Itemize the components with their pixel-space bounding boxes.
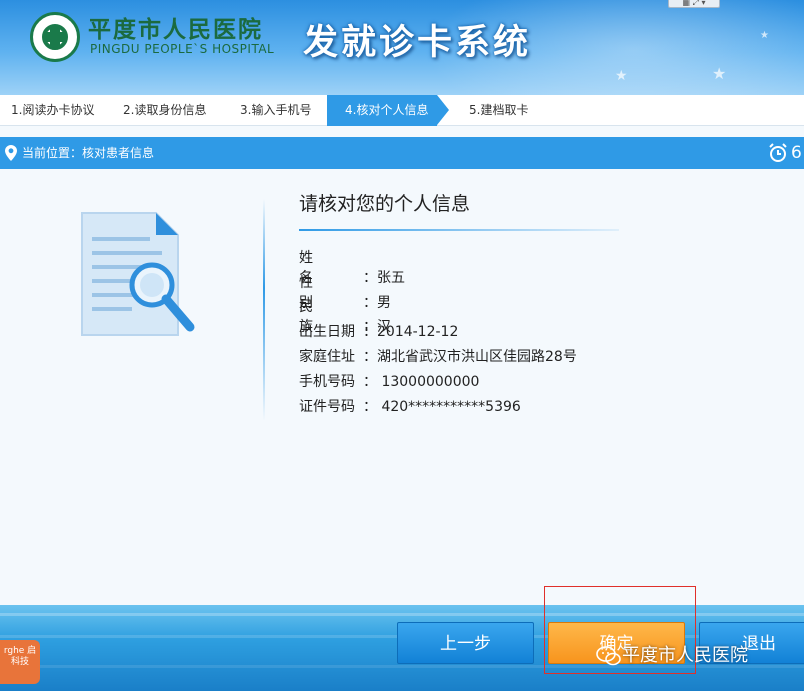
main-panel: 请核对您的个人信息 姓名 ：张五 性别 ：男 民族 ：汉 出生日期 ：2014-12-1… [0,169,804,605]
window-controls[interactable]: ▦ ⤢ ▾ [668,0,720,8]
field-label: 证件号码 [299,399,355,415]
step-verify-info: 4.核对个人信息 [327,95,449,126]
step-create-card: 5.建档取卡 [469,103,529,117]
info-row-ethnicity: 民族 ：汉 [299,299,391,335]
info-row-gender: 性别 ：男 [299,275,391,311]
field-value: 13000000000 [377,374,480,390]
field-value: 420***********5396 [377,399,521,415]
step-read-id: 2.读取身份信息 [123,103,207,117]
star-decoration-icon: ★ [760,30,769,41]
field-value: 湖北省武汉市洪山区佳园路28号 [377,349,577,365]
info-row-phone: 手机号码： 13000000000 [299,374,480,390]
info-row-id-number: 证件号码： 420***********5396 [299,399,521,415]
field-label: 手机号码 [299,374,355,390]
location-pin-icon [5,145,17,161]
step-read-agreement: 1.阅读办卡协议 [11,103,95,117]
hospital-name-cn: 平度市人民医院 [88,16,263,43]
field-label: 家庭住址 [299,349,355,365]
system-title: 发就诊卡系统 [303,23,532,63]
current-location: 当前位置：核对患者信息 [22,146,155,160]
heading-underline [299,229,619,231]
countdown-timer: 6 [791,143,802,163]
field-label: 出生日期 [299,324,355,340]
hospital-logo-icon [30,12,80,62]
document-search-icon [81,212,195,336]
wechat-icon [596,646,621,666]
vendor-badge: rghe 启科技 [0,640,40,684]
info-row-name: 姓名 ：张五 [299,250,405,286]
field-value: 2014-12-12 [377,324,459,340]
previous-step-button[interactable]: 上一步 [397,622,534,664]
alarm-clock-icon [769,143,787,162]
step-enter-phone: 3.输入手机号 [240,103,312,117]
hospital-name-en: PINGDU PEOPLE`S HOSPITAL [90,42,275,56]
info-row-birthdate: 出生日期 ：2014-12-12 [299,324,459,340]
location-bar: 当前位置：核对患者信息 6 [0,137,804,169]
vertical-divider [263,199,265,421]
watermark: 平度市人民医院 [596,644,748,668]
app-header: 平度市人民医院 PINGDU PEOPLE`S HOSPITAL 发就诊卡系统 … [0,0,804,95]
star-decoration-icon: ★ [712,64,727,83]
verify-heading: 请核对您的个人信息 [299,193,471,215]
progress-steps: 1.阅读办卡协议 2.读取身份信息 3.输入手机号 4.核对个人信息 5.建档取… [0,95,804,126]
info-row-address: 家庭住址 ：湖北省武汉市洪山区佳园路28号 [299,349,577,365]
star-decoration-icon: ★ [615,68,628,84]
watermark-text: 平度市人民医院 [622,645,748,666]
logo-cross-horizontal [45,32,65,42]
